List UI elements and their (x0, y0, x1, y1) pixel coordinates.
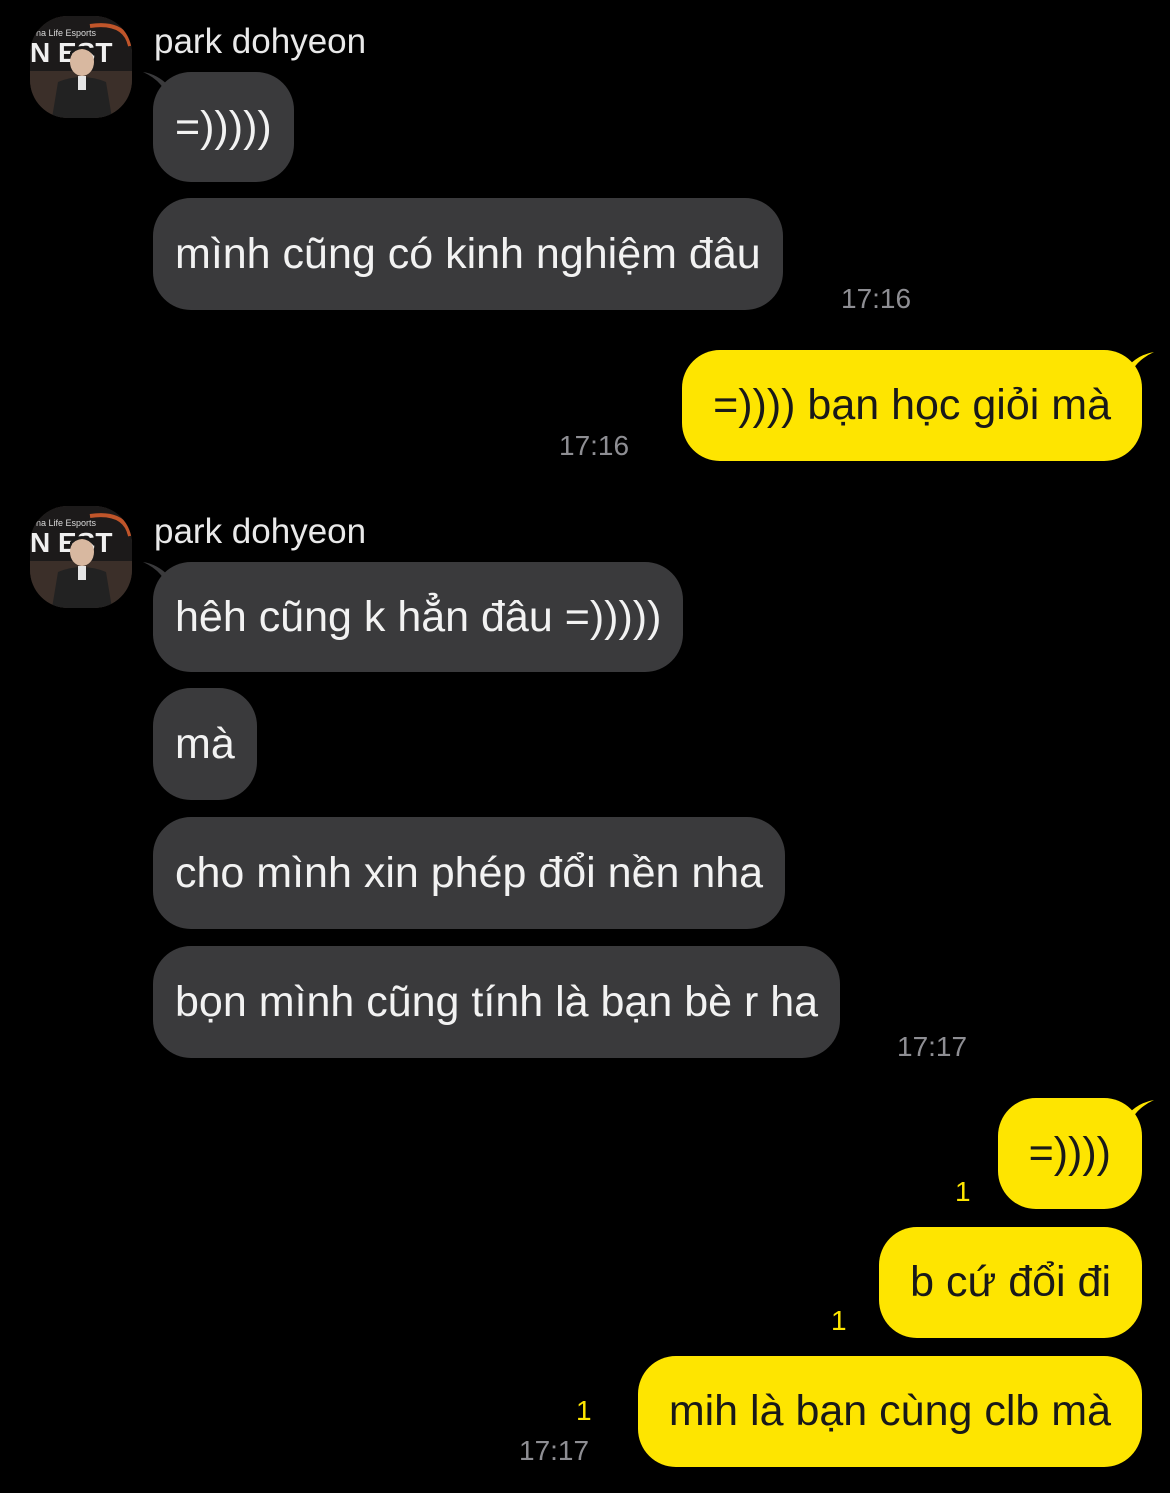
message-text: cho mình xin phép đổi nền nha (175, 849, 764, 897)
unread-count: 1 (831, 1305, 847, 1336)
message-bubble[interactable]: =)))) bạn học giỏi mà (682, 350, 1142, 461)
message-text: mình cũng có kinh nghiệm đâu (175, 230, 761, 278)
message-text: hêh cũng k hẳn đâu =))))) (175, 593, 662, 641)
message-text: =)))) bạn học giỏi mà (713, 381, 1111, 429)
message-bubble[interactable]: b cứ đổi đi (879, 1227, 1142, 1338)
message-text: bọn mình cũng tính là bạn bè r ha (175, 978, 819, 1026)
message-bubble[interactable]: cho mình xin phép đổi nền nha (153, 817, 786, 929)
avatar[interactable]: na Life Esports N EST (30, 16, 132, 118)
unread-count: 1 (955, 1176, 971, 1207)
message-bubble[interactable]: mình cũng có kinh nghiệm đâu (153, 198, 783, 310)
timestamp: 17:16 (841, 283, 912, 314)
timestamp: 17:17 (519, 1435, 590, 1466)
message-text: mà (175, 720, 235, 768)
message-text: =))))) (175, 103, 272, 151)
message-text: mih là bạn cùng clb mà (668, 1387, 1111, 1435)
message-bubble[interactable]: mà (153, 688, 257, 800)
message-bubble[interactable]: =)))) (997, 1098, 1142, 1209)
message-bubble[interactable]: mih là bạn cùng clb mà (637, 1356, 1142, 1467)
message-bubble[interactable]: hêh cũng k hẳn đâu =))))) (153, 562, 684, 672)
message-text: =)))) (1028, 1129, 1111, 1177)
avatar[interactable]: na Life Esports N EST (30, 506, 132, 608)
message-text: b cứ đổi đi (910, 1258, 1111, 1306)
message-bubble[interactable]: =))))) (153, 72, 294, 182)
sender-name: park dohyeon (154, 22, 367, 61)
message-bubble[interactable]: bọn mình cũng tính là bạn bè r ha (153, 946, 841, 1058)
sender-name: park dohyeon (154, 512, 367, 551)
timestamp: 17:16 (559, 430, 630, 461)
unread-count: 1 (576, 1395, 592, 1426)
timestamp: 17:17 (897, 1031, 968, 1062)
